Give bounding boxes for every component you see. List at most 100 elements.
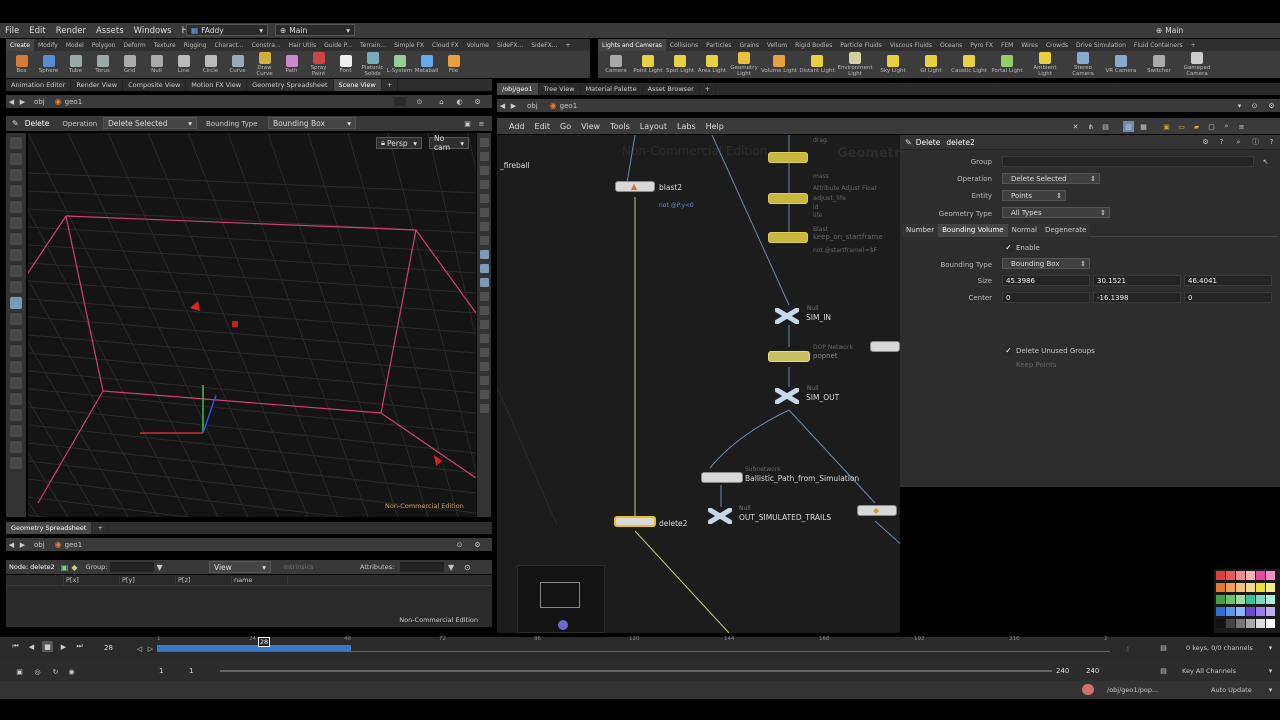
display-option-16-icon[interactable] (479, 348, 489, 357)
tab-normal[interactable]: Normal (1007, 223, 1041, 237)
display-option-17-icon[interactable] (479, 362, 489, 371)
pin-icon[interactable]: ⊙ (464, 563, 471, 572)
path-geo[interactable]: geo1 (65, 541, 83, 549)
display-option-6-icon[interactable] (479, 208, 489, 217)
shelf-tool-curve[interactable]: Curve (224, 55, 251, 74)
display-option-1-icon[interactable] (479, 138, 489, 147)
arrow-select-icon[interactable]: ↖ (1260, 156, 1271, 167)
shelf-tab-charact-7[interactable]: Charact... (210, 39, 247, 51)
color-swatch-11[interactable] (1266, 583, 1275, 592)
intrinsics-label[interactable]: Intrinsics (284, 563, 313, 571)
color-swatch-1[interactable] (1226, 571, 1235, 580)
color-swatch-4[interactable] (1256, 571, 1265, 580)
color-swatch-0[interactable] (1216, 571, 1225, 580)
lock-icon[interactable] (10, 201, 22, 213)
shelf-tab-drive-simulation[interactable]: Drive Simulation (1072, 39, 1130, 51)
network-menu-go[interactable]: Go (560, 122, 571, 131)
shelf-tool-metaball[interactable]: Metaball (413, 55, 440, 74)
network-box-icon[interactable]: ▭ (1176, 121, 1187, 132)
display-option-3-icon[interactable] (479, 166, 489, 175)
display-option-15-icon[interactable] (479, 334, 489, 343)
settings-icon[interactable] (10, 441, 22, 453)
group-param-input[interactable] (1002, 156, 1254, 167)
display-option-11-icon[interactable] (479, 278, 489, 287)
network-menu-help[interactable]: Help (706, 122, 724, 131)
scale-icon[interactable] (10, 249, 22, 261)
color-swatch-21[interactable] (1246, 607, 1255, 616)
tab-obj-geo1[interactable]: /obj/geo1 (497, 83, 539, 95)
keep-points-label[interactable]: Keep Points (1016, 361, 1057, 369)
key-mode-icon[interactable]: ▤ (1158, 665, 1169, 676)
shelf-tool-gamepad-camera[interactable]: Gamepad Camera (1178, 52, 1216, 77)
settings-icon[interactable]: ⚙ (1266, 100, 1277, 111)
chevron-down-icon[interactable]: ▾ (1265, 642, 1276, 653)
add-shelf-tab-button[interactable]: + (1187, 39, 1200, 51)
shelf-tool-tube[interactable]: Tube (62, 55, 89, 74)
shelf-tool-l-system[interactable]: L-System (386, 55, 413, 74)
shelf-tool-path[interactable]: Path (278, 55, 305, 74)
color-swatch-7[interactable] (1226, 583, 1235, 592)
menu-assets[interactable]: Assets (96, 26, 124, 36)
path-dropdown[interactable] (394, 97, 406, 106)
color-swatch-5[interactable] (1266, 571, 1275, 580)
path-geo[interactable]: geo1 (560, 102, 578, 110)
handle-icon[interactable] (10, 265, 22, 277)
color-swatch-22[interactable] (1256, 607, 1265, 616)
offscreen-node[interactable] (870, 341, 900, 352)
render-icon[interactable] (10, 409, 22, 421)
filter-icon[interactable]: ▼ (156, 563, 162, 572)
tab-geometry-spreadsheet[interactable]: Geometry Spreadsheet (247, 79, 334, 91)
color-swatch-10[interactable] (1256, 583, 1265, 592)
minimap-view-box[interactable] (540, 582, 580, 608)
forward-icon[interactable]: ▶ (508, 100, 519, 111)
pin-icon[interactable]: ⊙ (1249, 100, 1260, 111)
chevron-down-icon[interactable]: ▾ (1265, 684, 1276, 695)
group-input[interactable] (110, 562, 155, 572)
shelf-tab-fem[interactable]: FEM (997, 39, 1017, 51)
pin-icon[interactable]: ⊙ (414, 96, 425, 107)
display-option-7-icon[interactable] (479, 222, 489, 231)
camera-dropdown[interactable]: No cam ▾ (429, 134, 469, 152)
shelf-tab-particles[interactable]: Particles (702, 39, 735, 51)
orbit-icon[interactable] (10, 345, 22, 357)
display-option-13-icon[interactable] (479, 306, 489, 315)
paint-icon[interactable] (10, 281, 22, 293)
shelf-tool-geometry-light[interactable]: Geometry Light (728, 52, 760, 77)
menu-icon[interactable]: ≡ (1236, 121, 1247, 132)
shelf-tab-terrain-11[interactable]: Terrain... (356, 39, 390, 51)
shelf-tab-constra-8[interactable]: Constra... (248, 39, 285, 51)
enable-checkbox[interactable]: ✓ (1004, 243, 1013, 252)
chevron-down-icon[interactable]: ▾ (1265, 665, 1276, 676)
shelf-tool-line[interactable]: Line (170, 55, 197, 74)
color-swatch-18[interactable] (1216, 607, 1225, 616)
scene-viewport[interactable]: 🔒︎ Persp ▾ No cam ▾ Non-Commercial Edition (28, 133, 476, 517)
shelf-tab-texture-5[interactable]: Texture (150, 39, 180, 51)
color-swatch-26[interactable] (1236, 619, 1245, 628)
display-option-8-icon[interactable] (479, 236, 489, 245)
col-pz[interactable]: P[z] (176, 576, 232, 584)
home-icon[interactable]: ⌂ (436, 96, 447, 107)
color-swatch-12[interactable] (1216, 595, 1225, 604)
network-menu-layout[interactable]: Layout (640, 122, 667, 131)
desk-dropdown[interactable]: ▦ FAddy ▾ (186, 24, 268, 36)
color-swatch-16[interactable] (1256, 595, 1265, 604)
shelf-tool-camera[interactable]: Camera (600, 55, 632, 74)
shelf-tab-viscous-fluids[interactable]: Viscous Fluids (886, 39, 936, 51)
add-tab-button[interactable]: + (382, 79, 399, 91)
param-node-name[interactable]: delete2 (946, 138, 974, 147)
network-minimap[interactable] (517, 565, 605, 633)
camera-icon[interactable] (10, 393, 22, 405)
color-swatch-8[interactable] (1236, 583, 1245, 592)
tree-icon[interactable]: ⋔ (1085, 121, 1096, 132)
color-swatch-20[interactable] (1236, 607, 1245, 616)
shelf-tool-gi-light[interactable]: GI Light (912, 55, 950, 74)
add-shelf-tab-button[interactable]: + (562, 39, 575, 51)
rotate-icon[interactable] (10, 233, 22, 245)
center-x-input[interactable]: 0 (1002, 292, 1090, 303)
tile-view-icon[interactable]: ▦ (1138, 121, 1149, 132)
primitives-icon[interactable]: ◆ (71, 563, 77, 572)
color-swatch-6[interactable] (1216, 583, 1225, 592)
jump-start-icon[interactable]: ⏮ (10, 641, 21, 652)
help-icon[interactable]: ? (1216, 137, 1227, 148)
size-x-input[interactable]: 45.3986 (1002, 275, 1090, 286)
